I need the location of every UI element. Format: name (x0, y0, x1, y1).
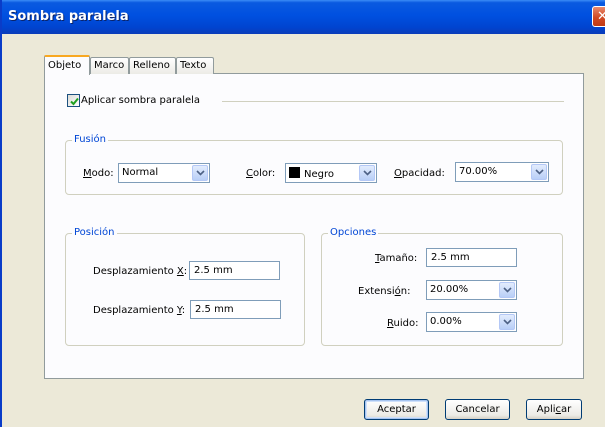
apply-button[interactable]: Aplicar (526, 399, 582, 420)
apply-shadow-label: Aplicar sombra paralela (81, 95, 201, 106)
position-group: Posición (65, 227, 305, 346)
chevron-down-icon[interactable] (359, 165, 375, 181)
color-value: Negro (304, 169, 334, 180)
title-bar[interactable]: Sombra paralela ✕ (2, 0, 605, 34)
tab-texto[interactable]: Texto (176, 57, 214, 74)
offset-x-label: Desplazamiento X: (93, 266, 188, 277)
chevron-down-icon[interactable] (192, 165, 208, 181)
opacity-label: Opacidad: (394, 168, 445, 179)
check-icon (70, 97, 79, 106)
size-input[interactable]: 2.5 mm (426, 248, 517, 267)
mode-value: Normal (122, 167, 159, 178)
size-label: Tamaño: (375, 253, 418, 264)
accept-button[interactable]: Aceptar (364, 399, 429, 420)
apply-shadow-checkbox[interactable] (67, 94, 80, 107)
tab-marco[interactable]: Marco (90, 57, 129, 74)
color-swatch (289, 167, 300, 178)
window-title: Sombra paralela (8, 9, 129, 24)
opacity-value: 70.00% (459, 166, 498, 177)
cancel-button[interactable]: Cancelar (445, 399, 510, 420)
close-icon[interactable]: ✕ (592, 6, 605, 27)
noise-label: Ruido: (387, 318, 419, 329)
noise-select[interactable]: 0.00% (426, 312, 517, 332)
opacity-select[interactable]: 70.00% (455, 162, 549, 182)
color-select[interactable]: Negro (285, 163, 377, 183)
offset-y-input[interactable]: 2.5 mm (190, 300, 281, 319)
tab-relleno[interactable]: Relleno (129, 57, 176, 74)
position-group-title: Posición (72, 227, 117, 238)
chevron-down-icon[interactable] (499, 282, 515, 298)
noise-value: 0.00% (430, 316, 462, 327)
color-label: Color: (246, 168, 276, 179)
chevron-down-icon[interactable] (531, 164, 547, 180)
separator-line (222, 101, 564, 102)
spread-label: Extensión: (358, 286, 411, 297)
mode-label: Modo: (83, 168, 114, 179)
spread-value: 20.00% (430, 284, 469, 295)
options-group-title: Opciones (328, 227, 379, 238)
mode-select[interactable]: Normal (118, 163, 210, 183)
dialog-window: Sombra paralela ✕ Objeto Marco Relleno T… (0, 0, 605, 427)
offset-y-label: Desplazamiento Y: (93, 305, 186, 316)
spread-select[interactable]: 20.00% (426, 280, 517, 300)
tab-objeto[interactable]: Objeto (44, 55, 90, 75)
fusion-group-title: Fusión (72, 134, 108, 145)
chevron-down-icon[interactable] (499, 314, 515, 330)
offset-x-input[interactable]: 2.5 mm (189, 261, 280, 280)
